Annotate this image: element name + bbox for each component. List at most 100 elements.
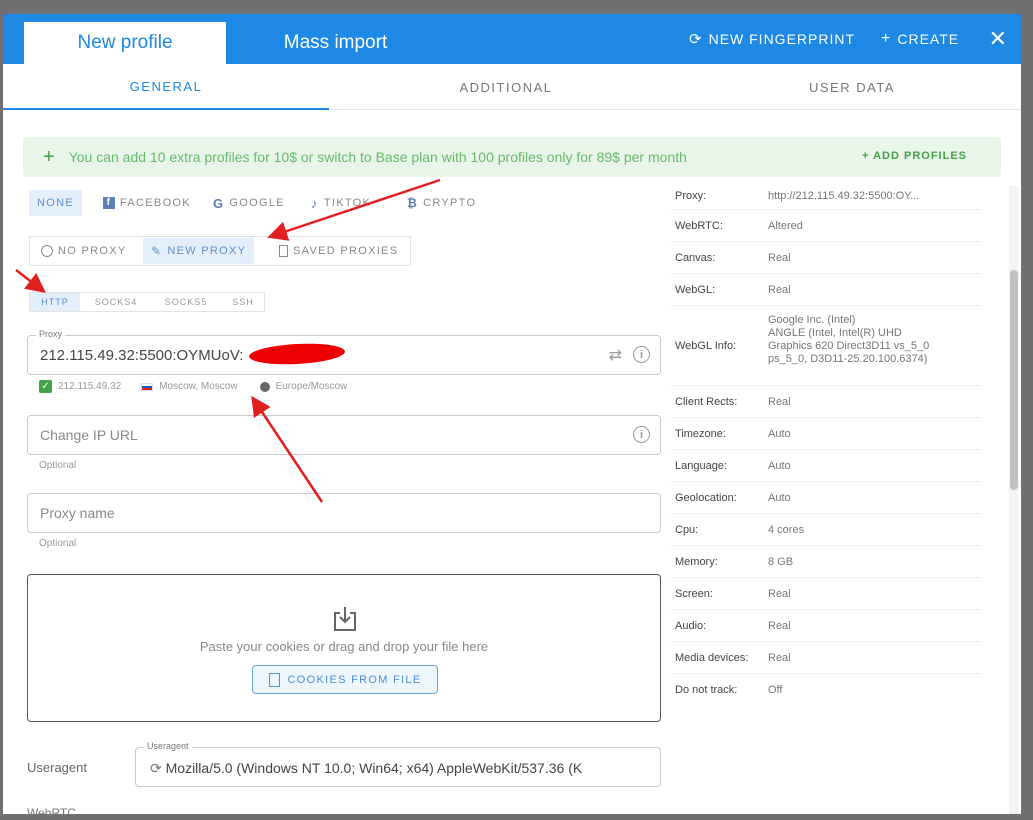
fp-row-client-rects: Client Rects: Real (671, 386, 981, 418)
fp-value: Real (768, 588, 791, 600)
create-label: CREATE (897, 31, 960, 47)
useragent-label: Useragent (27, 760, 87, 775)
fp-row-webgl-info: WebGL Info: Google Inc. (Intel) ANGLE (I… (671, 306, 981, 386)
refresh-icon: ⟳ (689, 31, 703, 48)
upgrade-banner: + You can add 10 extra profiles for 10$ … (23, 137, 1001, 177)
fp-key: Canvas: (675, 252, 716, 264)
fp-row-cpu: Cpu: 4 cores (671, 514, 981, 546)
platform-crypto-label: CRYPTO (423, 197, 477, 209)
block-icon (41, 245, 53, 257)
platform-facebook-label: FACEBOOK (120, 197, 191, 209)
fp-value: Auto (768, 428, 791, 440)
change-ip-url-input[interactable]: Change IP URL i (27, 415, 661, 455)
platform-tiktok-label: TIKTOK (323, 197, 372, 209)
close-icon[interactable]: ✕ (989, 26, 1007, 52)
cookies-dropzone[interactable]: Paste your cookies or drag and drop your… (27, 574, 661, 722)
fp-value: 8 GB (768, 556, 794, 568)
upgrade-banner-text: You can add 10 extra profiles for 10$ or… (68, 149, 687, 165)
create-button[interactable]: + CREATE (881, 30, 959, 48)
fp-value: Google Inc. (Intel) ANGLE (Intel, Intel(… (768, 314, 930, 365)
tab-general[interactable]: GENERAL (3, 64, 329, 110)
proxy-name-placeholder: Proxy name (40, 505, 115, 521)
fp-value: http://212.115.49.32:5500:OY... (768, 190, 920, 202)
fp-key: Do not track: (675, 684, 738, 696)
fp-value: Real (768, 652, 791, 664)
bitcoin-icon: ₿ (407, 196, 419, 210)
tab-mass-import[interactable]: Mass import (253, 22, 418, 64)
proxy-input-label: Proxy (36, 329, 66, 339)
tab-additional[interactable]: ADDITIONAL (343, 64, 669, 110)
fp-key: Geolocation: (675, 492, 737, 504)
fp-key: Memory: (675, 556, 718, 568)
platform-none-label: NONE (37, 197, 74, 209)
platform-facebook[interactable]: f FACEBOOK (95, 190, 199, 216)
swap-icon[interactable]: ⇄ (609, 345, 622, 365)
proxy-input-value: 212.115.49.32:5500:OYMUoV: (40, 347, 244, 364)
proxy-type-socks4[interactable]: SOCKS4 (83, 293, 149, 311)
fp-row-audio: Audio: Real (671, 610, 981, 642)
proxy-name-hint: Optional (39, 538, 77, 549)
change-ip-url-placeholder: Change IP URL (40, 427, 138, 443)
info-icon[interactable]: i (633, 426, 650, 443)
russia-flag-icon (141, 382, 154, 391)
plus-icon: + (881, 30, 892, 47)
cookies-from-file-label: COOKIES FROM FILE (287, 673, 422, 686)
google-icon: G (213, 195, 225, 211)
fp-key: Language: (675, 460, 727, 472)
fp-value: Real (768, 620, 791, 632)
fp-value: Auto (768, 492, 791, 504)
proxy-mode-no-proxy[interactable]: NO PROXY (33, 238, 134, 264)
proxy-type-ssh[interactable]: SSH (223, 293, 263, 311)
platform-google[interactable]: G GOOGLE (205, 190, 293, 216)
fp-value: Real (768, 284, 791, 296)
proxy-input[interactable]: Proxy 212.115.49.32:5500:OYMUoV: ⇄ i (27, 329, 661, 375)
tiktok-icon: ♪ (311, 195, 319, 211)
saved-proxies-label: SAVED PROXIES (293, 245, 399, 257)
info-icon[interactable]: i (633, 346, 650, 363)
fp-row-webrtc: WebRTC: Altered (671, 210, 981, 242)
proxy-mode-saved-proxies[interactable]: SAVED PROXIES (271, 238, 406, 264)
proxy-type-socks5[interactable]: SOCKS5 (153, 293, 219, 311)
fp-key: WebGL Info: (675, 340, 737, 352)
fp-row-proxy: Proxy: http://212.115.49.32:5500:OY... (671, 186, 981, 210)
clock-icon (259, 381, 270, 392)
proxy-type-http[interactable]: HTTP (30, 293, 80, 311)
proxy-name-input[interactable]: Proxy name (27, 493, 661, 533)
add-profiles-link[interactable]: + ADD PROFILES (862, 150, 967, 162)
fp-key: Audio: (675, 620, 707, 632)
fp-key: WebGL: (675, 284, 716, 296)
no-proxy-label: NO PROXY (58, 245, 127, 257)
fp-value: Auto (768, 460, 791, 472)
proxy-check-result: ✓ 212.115.49.32 Moscow, Moscow Europe/Mo… (39, 380, 347, 393)
fp-row-geolocation: Geolocation: Auto (671, 482, 981, 514)
fp-row-media-devices: Media devices: Real (671, 642, 981, 674)
tab-user-data[interactable]: USER DATA (689, 64, 1015, 110)
tab-new-profile[interactable]: New profile (24, 22, 226, 64)
platform-google-label: GOOGLE (229, 197, 285, 209)
refresh-icon[interactable]: ⟳ (150, 760, 162, 776)
fp-value: Altered (768, 220, 803, 232)
cookies-from-file-button[interactable]: COOKIES FROM FILE (252, 665, 438, 694)
cookies-dropzone-text: Paste your cookies or drag and drop your… (199, 639, 489, 654)
scrollbar-thumb[interactable] (1010, 270, 1018, 490)
platform-crypto[interactable]: ₿ CRYPTO (399, 190, 484, 216)
proxy-location: Moscow, Moscow (159, 381, 238, 392)
fp-value: Real (768, 396, 791, 408)
platform-tiktok[interactable]: ♪ TIKTOK (303, 190, 379, 216)
fp-key: Timezone: (675, 428, 726, 440)
platform-none[interactable]: NONE (29, 190, 82, 216)
fp-row-language: Language: Auto (671, 450, 981, 482)
fp-row-memory: Memory: 8 GB (671, 546, 981, 578)
fp-row-canvas: Canvas: Real (671, 242, 981, 274)
proxy-mode-new-proxy[interactable]: ✎ NEW PROXY (143, 238, 255, 264)
useragent-input[interactable]: Useragent ⟳ Mozilla/5.0 (Windows NT 10.0… (135, 741, 661, 787)
fp-row-timezone: Timezone: Auto (671, 418, 981, 450)
new-fingerprint-button[interactable]: ⟳ NEW FINGERPRINT (689, 30, 855, 48)
new-profile-dialog: New profile Mass import ⟳ NEW FINGERPRIN… (3, 14, 1021, 814)
fp-key: WebRTC: (675, 220, 723, 232)
proxy-timezone: Europe/Moscow (275, 381, 348, 392)
useragent-value-text: Mozilla/5.0 (Windows NT 10.0; Win64; x64… (165, 760, 583, 776)
facebook-icon: f (103, 197, 115, 209)
proxy-ip: 212.115.49.32 (58, 381, 122, 392)
fp-value: 4 cores (768, 524, 805, 536)
